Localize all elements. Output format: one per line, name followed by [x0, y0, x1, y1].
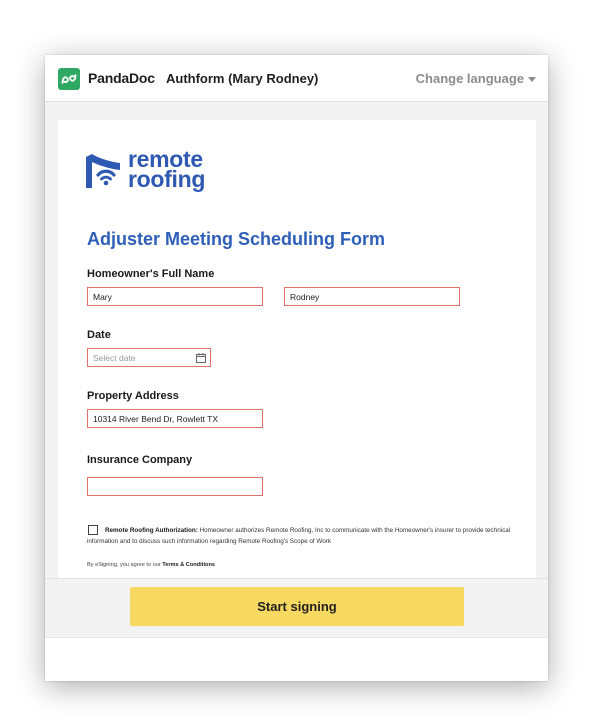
insurance-company-field[interactable]: [87, 477, 263, 496]
insurance-company-label: Insurance Company: [87, 454, 193, 466]
form-title: Adjuster Meeting Scheduling Form: [87, 229, 386, 249]
property-address-field[interactable]: 10314 River Bend Dr, Rowlett TX: [87, 409, 263, 428]
last-name-field[interactable]: Rodney: [284, 287, 460, 306]
date-label: Date: [87, 329, 111, 341]
bottom-panel: [45, 637, 548, 681]
document-title: Authform (Mary Rodney): [166, 71, 319, 86]
calendar-icon[interactable]: [196, 353, 206, 363]
top-bar: PandaDoc Authform (Mary Rodney) Change l…: [45, 55, 548, 102]
date-field[interactable]: Select date: [87, 348, 211, 367]
remote-roofing-logo-icon: [86, 154, 120, 188]
esign-notice: By eSigning, you agree to our Terms & Co…: [87, 562, 215, 568]
property-address-label: Property Address: [87, 390, 179, 402]
chevron-down-icon[interactable]: [528, 77, 536, 82]
company-name-line2: roofing: [128, 166, 206, 192]
authorization-text: Remote Roofing Authorization: Homeowner …: [87, 526, 527, 547]
brand-name: PandaDoc: [88, 70, 155, 86]
date-placeholder: Select date: [93, 353, 136, 363]
esign-prefix: By eSigning, you agree to our: [87, 562, 161, 568]
pandadoc-logo-icon: [58, 68, 80, 90]
terms-link[interactable]: Terms & Conditions: [162, 562, 215, 568]
full-name-label: Homeowner's Full Name: [87, 268, 215, 280]
change-language-button[interactable]: Change language: [416, 71, 524, 86]
first-name-field[interactable]: Mary: [87, 287, 263, 306]
start-signing-button[interactable]: Start signing: [130, 587, 464, 626]
document-page: remote roofing Adjuster Meeting Scheduli…: [58, 120, 536, 578]
pandadoc-window: PandaDoc Authform (Mary Rodney) Change l…: [45, 55, 548, 681]
company-name: remote roofing: [128, 148, 206, 192]
authorization-title: Remote Roofing Authorization:: [105, 527, 198, 534]
